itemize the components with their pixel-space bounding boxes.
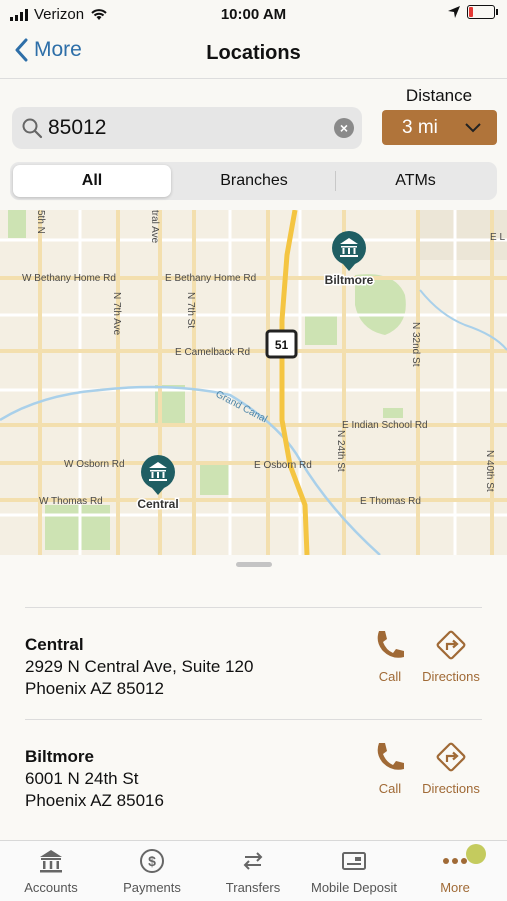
battery-icon [467,5,498,19]
tab-bar: Accounts $ Payments Transfers Mobile Dep… [0,840,507,901]
segment-atms[interactable]: ATMs [337,165,494,197]
location-arrow-icon [448,6,460,18]
location-item[interactable]: Central 2929 N Central Ave, Suite 120 Ph… [25,630,495,730]
park-area [200,465,230,495]
clear-icon[interactable]: × [334,118,354,138]
directions-icon [436,742,466,772]
tab-label: Accounts [24,880,78,895]
directions-icon [436,630,466,660]
pin-label: Biltmore [325,273,374,287]
location-city: Phoenix AZ 85012 [25,679,164,698]
park-area [305,315,337,345]
location-name: Central [25,635,84,654]
distance-dropdown[interactable]: 3 mi [382,110,497,145]
dollar-circle-icon: $ [140,849,164,873]
tab-more[interactable]: More [405,847,505,895]
touch-indicator [466,844,486,864]
street-label: E Bethany Home Rd [165,273,256,284]
chevron-down-icon [465,123,481,133]
location-address: 2929 N Central Ave, Suite 120 [25,657,254,676]
divider [25,719,482,720]
pin-label: Central [137,497,178,511]
transfer-arrows-icon [243,852,263,870]
street-label: N 32nd St [410,322,421,367]
park-area [8,210,26,238]
clock: 10:00 AM [220,6,287,23]
park-area [45,505,110,550]
tab-accounts[interactable]: Accounts [1,847,101,895]
street-label: N 7th Ave [111,292,122,336]
directions-label: Directions [422,669,480,684]
call-label: Call [378,781,402,796]
directions-label: Directions [422,781,480,796]
phone-icon [377,743,404,770]
location-item[interactable]: Biltmore 6001 N 24th St Phoenix AZ 85016… [25,742,495,842]
location-city: Phoenix AZ 85016 [25,791,164,810]
street-label: W Thomas Rd [39,496,103,507]
location-name: Biltmore [25,747,94,766]
street-label: E Osborn Rd [254,460,312,471]
street-label: 5th N [35,210,46,234]
tab-payments[interactable]: $ Payments [102,847,202,895]
sheet-drag-handle[interactable] [236,562,272,567]
location-address: 6001 N 24th St [25,769,139,788]
locations-sheet: Central 2929 N Central Ave, Suite 120 Ph… [0,555,507,840]
street-label: E Thomas Rd [360,496,421,507]
more-dots-icon [443,858,467,864]
map-view[interactable]: 51 W Bethany Home Rd E Bethany Home Rd E… [0,210,507,555]
svg-text:$: $ [148,853,156,869]
tab-label: Payments [123,880,181,895]
street-label: E Camelback Rd [175,347,250,358]
tab-mobile-deposit[interactable]: Mobile Deposit [304,847,404,895]
tab-label: Mobile Deposit [311,880,397,895]
highway-shield-label: 51 [275,338,289,352]
segment-divider [335,171,336,191]
bank-icon [40,850,62,873]
search-field[interactable]: 85012 × [12,107,362,149]
tab-label: More [440,880,470,895]
street-label: N 40th St [484,450,495,492]
distance-value: 3 mi [402,117,438,138]
status-bar: Verizon 10:00 AM [0,0,507,30]
page-title: Locations [206,42,301,64]
phone-icon [377,631,404,658]
directions-button[interactable]: Directions [411,627,491,684]
street-label: N 7th St [185,292,196,328]
segment-all[interactable]: All [13,165,171,197]
street-label: tral Ave [149,210,160,244]
check-deposit-icon [342,852,366,870]
park-area [383,408,403,418]
street-label: E L [490,232,505,243]
search-input[interactable]: 85012 [48,116,106,140]
distance-label: Distance [405,86,473,105]
divider [25,607,482,608]
call-label: Call [378,669,402,684]
location-type-segmented-control: All Branches ATMs [10,162,497,200]
segment-branches[interactable]: Branches [175,165,333,197]
street-label: W Bethany Home Rd [22,273,116,284]
tab-transfers[interactable]: Transfers [203,847,303,895]
map-canvas[interactable]: 51 W Bethany Home Rd E Bethany Home Rd E… [0,210,507,555]
street-label: N 24th St [335,430,346,472]
tab-label: Transfers [225,880,281,895]
search-icon [22,118,43,139]
navigation-bar: More Locations [0,30,507,79]
street-label: E Indian School Rd [342,420,428,431]
directions-button[interactable]: Directions [411,739,491,796]
street-label: W Osborn Rd [64,459,125,470]
